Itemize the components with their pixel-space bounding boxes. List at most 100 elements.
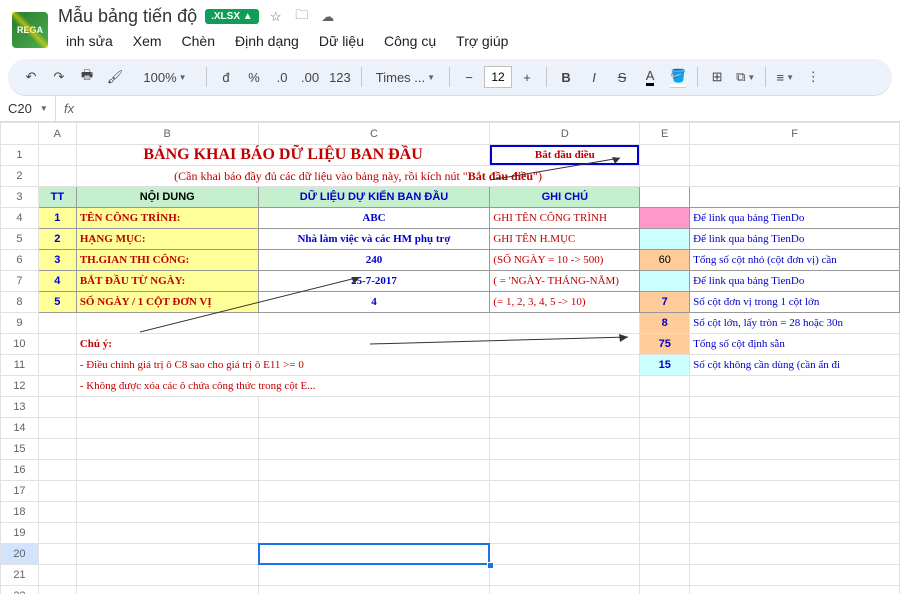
print-button[interactable]: 🖶 (74, 63, 100, 91)
grid[interactable]: A B C D E F 1 BẢNG KHAI BÁO DỮ LIỆU BAN … (0, 122, 900, 594)
row-header[interactable]: 11 (1, 355, 39, 376)
doc-title[interactable]: Mẫu bảng tiến độ (58, 6, 197, 27)
menu-view[interactable]: Xem (125, 29, 170, 53)
row-header[interactable]: 5 (1, 229, 39, 250)
move-icon[interactable]: 🗀 (293, 8, 311, 26)
note-cell[interactable]: (SỐ NGÀY = 10 -> 500) (490, 250, 639, 270)
label-cell[interactable]: BẮT ĐẦU TỪ NGÀY: (77, 271, 258, 291)
name-box[interactable]: C20▼ (0, 96, 56, 121)
note-cell[interactable]: GHI TÊN CÔNG TRÌNH (490, 208, 639, 228)
row-header[interactable]: 8 (1, 292, 39, 313)
row-header[interactable]: 7 (1, 271, 39, 292)
row-header[interactable]: 6 (1, 250, 39, 271)
value-cell[interactable]: 4 (259, 292, 490, 312)
menu-edit[interactable]: inh sửa (58, 29, 121, 53)
paint-format-button[interactable]: 🖌 (102, 63, 128, 91)
row-header[interactable]: 1 (1, 145, 39, 166)
percent-button[interactable]: % (241, 63, 267, 91)
row-header[interactable]: 22 (1, 586, 39, 595)
value-cell[interactable]: Nhà làm việc và các HM phụ trợ (259, 229, 490, 249)
decrease-decimal-button[interactable]: .0 (269, 63, 295, 91)
row-header[interactable]: 16 (1, 460, 39, 481)
font-size-input[interactable]: 12 (484, 66, 512, 88)
cloud-icon[interactable]: ☁ (319, 8, 337, 26)
star-icon[interactable]: ☆ (267, 8, 285, 26)
menu-tools[interactable]: Công cụ (376, 29, 444, 53)
e-cell[interactable]: 60 (640, 250, 689, 270)
text-color-button[interactable]: A (637, 63, 663, 91)
row-header[interactable]: 12 (1, 376, 39, 397)
undo-button[interactable]: ↶ (18, 63, 44, 91)
col-header-A[interactable]: A (38, 123, 76, 145)
e-cell[interactable] (640, 271, 689, 291)
align-button[interactable]: ≡▼ (772, 63, 798, 91)
f-cell[interactable]: Tổng số cột định sẵn (690, 334, 899, 354)
col-header-E[interactable]: E (640, 123, 690, 145)
f-cell[interactable]: Để link qua bảng TienDo (690, 271, 899, 291)
note-cell[interactable]: (= 1, 2, 3, 4, 5 -> 10) (490, 292, 639, 312)
col-header-B[interactable]: B (76, 123, 258, 145)
more-formats-button[interactable]: 123 (325, 63, 355, 91)
e-cell[interactable]: 15 (640, 355, 689, 375)
label-cell[interactable]: HẠNG MỤC: (77, 229, 258, 249)
selection-handle[interactable] (487, 562, 494, 569)
label-cell[interactable]: TH.GIAN THI CÔNG: (77, 250, 258, 270)
increase-size-button[interactable]: + (514, 63, 540, 91)
tt-cell[interactable]: 1 (39, 208, 76, 228)
row-header[interactable]: 13 (1, 397, 39, 418)
row-header[interactable]: 4 (1, 208, 39, 229)
e-cell[interactable]: 7 (640, 292, 689, 312)
f-cell[interactable]: Để link qua bảng TienDo (690, 229, 899, 249)
e-cell[interactable] (640, 208, 689, 228)
italic-button[interactable]: I (581, 63, 607, 91)
row-header[interactable]: 2 (1, 166, 39, 187)
e-cell[interactable] (640, 229, 689, 249)
row-header[interactable]: 18 (1, 502, 39, 523)
menu-help[interactable]: Trợ giúp (448, 29, 516, 53)
bold-button[interactable]: B (553, 63, 579, 91)
row-header[interactable]: 19 (1, 523, 39, 544)
tt-cell[interactable]: 4 (39, 271, 76, 291)
borders-button[interactable]: ⊞ (704, 63, 730, 91)
f-cell[interactable]: Để link qua bảng TienDo (690, 208, 899, 228)
tt-cell[interactable]: 5 (39, 292, 76, 312)
value-cell[interactable]: 25-7-2017 (259, 271, 490, 291)
value-cell[interactable]: 240 (259, 250, 490, 270)
note-cell[interactable]: GHI TÊN H.MỤC (490, 229, 639, 249)
f-cell[interactable]: Tổng số cột nhỏ (cột đơn vị) cần (690, 250, 899, 270)
decrease-size-button[interactable]: − (456, 63, 482, 91)
row-header[interactable]: 10 (1, 334, 39, 355)
start-button[interactable]: Bắt đầu điều (490, 145, 639, 165)
col-header-F[interactable]: F (690, 123, 900, 145)
label-cell[interactable]: SỐ NGÀY / 1 CỘT ĐƠN VỊ (77, 292, 258, 312)
f-cell[interactable]: Số cột không cần dùng (cần ẩn đi (690, 355, 899, 375)
row-header[interactable]: 17 (1, 481, 39, 502)
col-header-C[interactable]: C (258, 123, 490, 145)
f-cell[interactable]: Số cột lớn, lấy tròn = 28 hoặc 30n (690, 313, 899, 333)
value-cell[interactable]: ABC (259, 208, 490, 228)
increase-decimal-button[interactable]: .00 (297, 63, 323, 91)
font-select[interactable]: Times ...▼ (368, 63, 443, 91)
row-header[interactable]: 9 (1, 313, 39, 334)
tt-cell[interactable]: 3 (39, 250, 76, 270)
row-header[interactable]: 3 (1, 187, 39, 208)
zoom-select[interactable]: 100%▼ (130, 63, 200, 91)
row-header[interactable]: 14 (1, 418, 39, 439)
formula-input[interactable] (82, 96, 900, 121)
col-header-D[interactable]: D (490, 123, 640, 145)
fill-color-button[interactable]: 🪣 (665, 63, 691, 91)
row-header[interactable]: 20 (1, 544, 39, 565)
e-cell[interactable]: 8 (640, 313, 689, 333)
e-cell[interactable]: 75 (640, 334, 689, 354)
strike-button[interactable]: S (609, 63, 635, 91)
row-header[interactable]: 21 (1, 565, 39, 586)
label-cell[interactable]: TÊN CÔNG TRÌNH: (77, 208, 258, 228)
tt-cell[interactable]: 2 (39, 229, 76, 249)
menu-insert[interactable]: Chèn (174, 29, 223, 53)
more-toolbar-button[interactable]: ⋮ (800, 63, 826, 91)
redo-button[interactable]: ↷ (46, 63, 72, 91)
f-cell[interactable]: Số cột đơn vị trong 1 cột lớn (690, 292, 899, 312)
note-cell[interactable]: ( = 'NGÀY- THÁNG-NĂM) (490, 271, 639, 291)
currency-button[interactable]: đ (213, 63, 239, 91)
menu-data[interactable]: Dữ liệu (311, 29, 372, 53)
